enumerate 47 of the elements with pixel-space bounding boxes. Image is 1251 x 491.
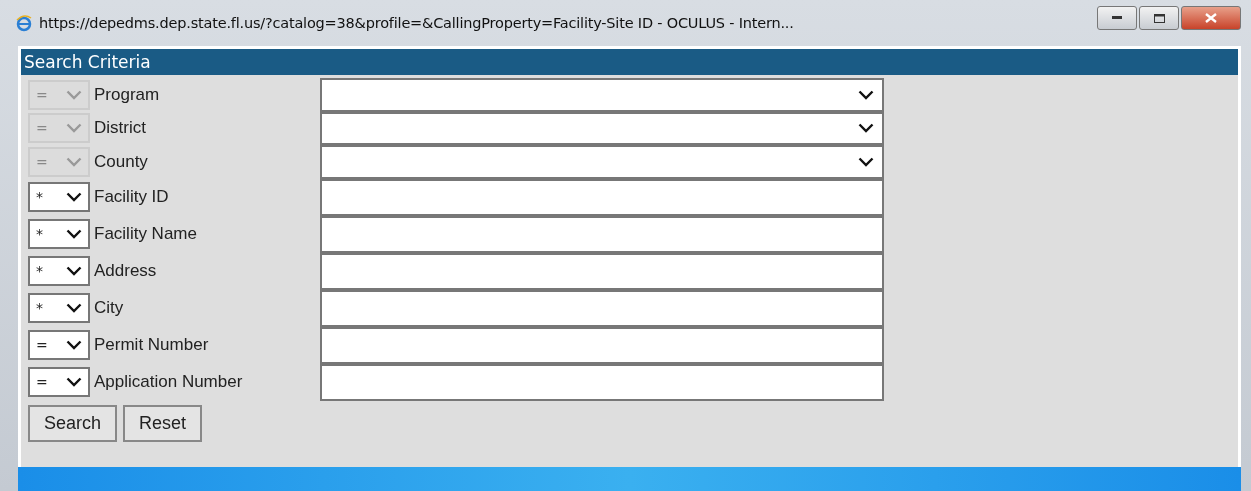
- reset-button[interactable]: Reset: [123, 404, 203, 442]
- chevron-down-icon: [66, 156, 82, 167]
- chevron-down-icon: [66, 192, 82, 202]
- chevron-down-icon: [66, 340, 82, 350]
- operator-select[interactable]: *: [28, 182, 90, 212]
- browser-logo-icon: [15, 14, 33, 32]
- close-icon: [1205, 13, 1217, 23]
- field-label: County: [94, 151, 149, 172]
- minimize-button[interactable]: [1097, 6, 1137, 30]
- input-field[interactable]: [320, 252, 884, 290]
- operator-select[interactable]: =: [28, 367, 90, 397]
- close-button[interactable]: [1181, 6, 1241, 30]
- input-field[interactable]: [320, 178, 884, 216]
- operator-select[interactable]: *: [28, 219, 90, 249]
- field-label: Address: [94, 261, 158, 281]
- dropdown-field[interactable]: [320, 145, 884, 179]
- maximize-button[interactable]: [1139, 6, 1179, 30]
- maximize-icon: [1153, 13, 1165, 23]
- search-button[interactable]: Search: [28, 404, 118, 442]
- input-field[interactable]: [320, 326, 884, 364]
- chevron-down-icon: [66, 229, 82, 239]
- operator-select[interactable]: *: [28, 293, 90, 323]
- dropdown-field[interactable]: [320, 111, 884, 145]
- field-label: Program: [94, 84, 161, 105]
- field-label: City: [94, 298, 125, 318]
- chevron-down-icon: [858, 156, 874, 167]
- chevron-down-icon: [66, 377, 82, 387]
- panel-header: Search Criteria: [21, 49, 1238, 75]
- operator-select[interactable]: =: [28, 330, 90, 360]
- input-field[interactable]: [320, 289, 884, 327]
- field-label: Facility ID: [94, 187, 170, 207]
- chevron-down-icon: [66, 303, 82, 313]
- operator-select[interactable]: *: [28, 256, 90, 286]
- chevron-down-icon: [66, 266, 82, 276]
- chevron-down-icon: [66, 89, 82, 100]
- window-title: https://depedms.dep.state.fl.us/?catalog=38&profile=&CallingProperty=Facility-Site ID - OCULUS - Intern...: [39, 15, 794, 31]
- input-field[interactable]: [320, 215, 884, 253]
- input-field[interactable]: [320, 363, 884, 401]
- field-label: Facility Name: [94, 224, 198, 244]
- dropdown-field[interactable]: [320, 78, 884, 112]
- chevron-down-icon: [858, 89, 874, 100]
- minimize-icon: [1112, 16, 1122, 20]
- chevron-down-icon: [66, 123, 82, 134]
- field-label: Application Number: [94, 372, 244, 392]
- field-label: District: [94, 118, 147, 139]
- field-label: Permit Number: [94, 335, 210, 355]
- chevron-down-icon: [858, 123, 874, 134]
